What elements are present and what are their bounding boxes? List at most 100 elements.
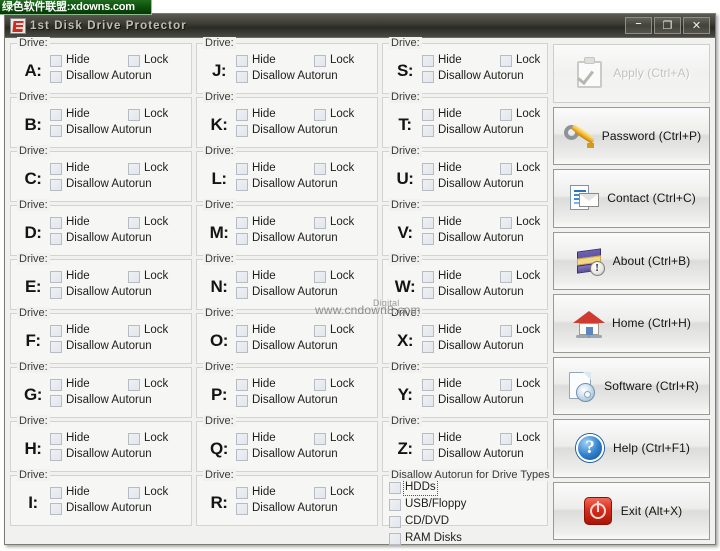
checkbox-box[interactable]	[50, 232, 62, 245]
disallow-autorun-checkbox[interactable]: Disallow Autorun	[236, 178, 338, 191]
checkbox-box[interactable]	[500, 378, 512, 391]
checkbox-box[interactable]	[236, 232, 248, 245]
hide-checkbox[interactable]: Hide	[236, 324, 314, 337]
checkbox-box[interactable]	[50, 270, 62, 283]
checkbox-box[interactable]	[50, 216, 62, 229]
checkbox-box[interactable]	[236, 448, 248, 461]
checkbox-box[interactable]	[389, 481, 401, 494]
lock-checkbox[interactable]: Lock	[128, 378, 168, 391]
hide-checkbox[interactable]: Hide	[50, 270, 128, 283]
password-button[interactable]: Password (Ctrl+P)	[553, 106, 710, 165]
lock-checkbox[interactable]: Lock	[128, 486, 168, 499]
checkbox-box[interactable]	[236, 54, 248, 67]
checkbox-box[interactable]	[422, 324, 434, 337]
lock-checkbox[interactable]: Lock	[500, 432, 540, 445]
checkbox-box[interactable]	[236, 216, 248, 229]
checkbox-box[interactable]	[500, 324, 512, 337]
close-button[interactable]: ✕	[683, 17, 710, 34]
disallow-autorun-checkbox[interactable]: Disallow Autorun	[50, 232, 152, 245]
autorun-type-checkbox-usb-floppy[interactable]: USB/Floppy	[389, 498, 469, 511]
checkbox-box[interactable]	[422, 108, 434, 121]
hide-checkbox[interactable]: Hide	[422, 162, 500, 175]
checkbox-box[interactable]	[128, 378, 140, 391]
checkbox-box[interactable]	[50, 448, 62, 461]
checkbox-box[interactable]	[236, 270, 248, 283]
disallow-autorun-checkbox[interactable]: Disallow Autorun	[50, 340, 152, 353]
hide-checkbox[interactable]: Hide	[236, 108, 314, 121]
disallow-autorun-checkbox[interactable]: Disallow Autorun	[236, 286, 338, 299]
disallow-autorun-checkbox[interactable]: Disallow Autorun	[422, 286, 524, 299]
checkbox-box[interactable]	[422, 378, 434, 391]
hide-checkbox[interactable]: Hide	[236, 432, 314, 445]
lock-checkbox[interactable]: Lock	[314, 378, 354, 391]
disallow-autorun-checkbox[interactable]: Disallow Autorun	[236, 124, 338, 137]
contact-button[interactable]: Contact (Ctrl+C)	[553, 169, 710, 228]
autorun-type-checkbox-ram-disks[interactable]: RAM Disks	[389, 532, 469, 545]
checkbox-box[interactable]	[422, 270, 434, 283]
checkbox-box[interactable]	[314, 216, 326, 229]
lock-checkbox[interactable]: Lock	[314, 324, 354, 337]
disallow-autorun-checkbox[interactable]: Disallow Autorun	[50, 394, 152, 407]
checkbox-box[interactable]	[50, 124, 62, 137]
lock-checkbox[interactable]: Lock	[500, 162, 540, 175]
checkbox-box[interactable]	[236, 162, 248, 175]
hide-checkbox[interactable]: Hide	[422, 216, 500, 229]
autorun-type-checkbox-cd-dvd[interactable]: CD/DVD	[389, 515, 469, 528]
lock-checkbox[interactable]: Lock	[314, 54, 354, 67]
checkbox-box[interactable]	[128, 216, 140, 229]
checkbox-box[interactable]	[422, 54, 434, 67]
disallow-autorun-checkbox[interactable]: Disallow Autorun	[236, 232, 338, 245]
checkbox-box[interactable]	[236, 178, 248, 191]
disallow-autorun-checkbox[interactable]: Disallow Autorun	[236, 394, 338, 407]
hide-checkbox[interactable]: Hide	[422, 54, 500, 67]
checkbox-box[interactable]	[422, 124, 434, 137]
software-button[interactable]: Software (Ctrl+R)	[553, 356, 710, 415]
checkbox-box[interactable]	[50, 54, 62, 67]
home-button[interactable]: Home (Ctrl+H)	[553, 294, 710, 353]
checkbox-box[interactable]	[500, 270, 512, 283]
disallow-autorun-checkbox[interactable]: Disallow Autorun	[422, 394, 524, 407]
hide-checkbox[interactable]: Hide	[236, 378, 314, 391]
checkbox-box[interactable]	[236, 340, 248, 353]
checkbox-box[interactable]	[50, 324, 62, 337]
checkbox-box[interactable]	[50, 70, 62, 83]
checkbox-box[interactable]	[236, 502, 248, 515]
hide-checkbox[interactable]: Hide	[422, 108, 500, 121]
checkbox-box[interactable]	[500, 54, 512, 67]
checkbox-box[interactable]	[50, 286, 62, 299]
checkbox-box[interactable]	[314, 162, 326, 175]
hide-checkbox[interactable]: Hide	[236, 162, 314, 175]
checkbox-box[interactable]	[314, 486, 326, 499]
checkbox-box[interactable]	[422, 232, 434, 245]
checkbox-box[interactable]	[50, 432, 62, 445]
hide-checkbox[interactable]: Hide	[422, 270, 500, 283]
checkbox-box[interactable]	[50, 178, 62, 191]
hide-checkbox[interactable]: Hide	[50, 324, 128, 337]
disallow-autorun-checkbox[interactable]: Disallow Autorun	[50, 448, 152, 461]
disallow-autorun-checkbox[interactable]: Disallow Autorun	[422, 124, 524, 137]
checkbox-box[interactable]	[128, 432, 140, 445]
lock-checkbox[interactable]: Lock	[128, 216, 168, 229]
disallow-autorun-checkbox[interactable]: Disallow Autorun	[236, 502, 338, 515]
help-button[interactable]: ? Help (Ctrl+F1)	[553, 419, 710, 478]
lock-checkbox[interactable]: Lock	[128, 270, 168, 283]
checkbox-box[interactable]	[422, 394, 434, 407]
checkbox-box[interactable]	[422, 216, 434, 229]
lock-checkbox[interactable]: Lock	[128, 162, 168, 175]
hide-checkbox[interactable]: Hide	[50, 216, 128, 229]
hide-checkbox[interactable]: Hide	[236, 216, 314, 229]
hide-checkbox[interactable]: Hide	[50, 54, 128, 67]
checkbox-box[interactable]	[422, 286, 434, 299]
lock-checkbox[interactable]: Lock	[314, 432, 354, 445]
disallow-autorun-checkbox[interactable]: Disallow Autorun	[422, 340, 524, 353]
checkbox-box[interactable]	[236, 432, 248, 445]
checkbox-box[interactable]	[314, 54, 326, 67]
checkbox-box[interactable]	[389, 532, 401, 545]
autorun-type-checkbox-hdds[interactable]: HDDs	[389, 479, 469, 496]
checkbox-box[interactable]	[422, 448, 434, 461]
checkbox-box[interactable]	[236, 286, 248, 299]
hide-checkbox[interactable]: Hide	[50, 432, 128, 445]
lock-checkbox[interactable]: Lock	[128, 432, 168, 445]
checkbox-box[interactable]	[50, 486, 62, 499]
lock-checkbox[interactable]: Lock	[128, 54, 168, 67]
